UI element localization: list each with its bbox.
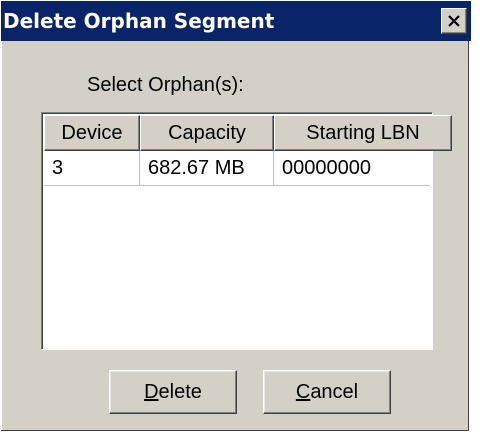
- title-bar[interactable]: Delete Orphan Segment: [1, 1, 471, 41]
- delete-mnemonic: D: [144, 381, 159, 403]
- cancel-button[interactable]: Cancel: [263, 370, 391, 414]
- column-header-capacity[interactable]: Capacity: [140, 115, 274, 151]
- delete-button[interactable]: Delete: [109, 370, 237, 414]
- cancel-label-rest: ancel: [310, 381, 359, 403]
- cell-device: 3: [44, 151, 140, 185]
- row-divider: [44, 185, 430, 186]
- delete-orphan-dialog: Delete Orphan Segment Select Orphan(s): …: [0, 0, 471, 432]
- orphan-table[interactable]: Device Capacity Starting LBN 3 682.67 MB…: [41, 112, 452, 350]
- cell-capacity: 682.67 MB: [140, 151, 274, 185]
- dialog-title: Delete Orphan Segment: [3, 9, 275, 33]
- select-orphans-label: Select Orphan(s):: [87, 74, 244, 96]
- close-icon: [448, 15, 460, 27]
- column-header-starting-lbn[interactable]: Starting LBN: [274, 115, 452, 151]
- cell-starting-lbn: 00000000: [282, 157, 371, 179]
- cancel-mnemonic: C: [295, 381, 311, 403]
- close-button[interactable]: [441, 8, 467, 34]
- delete-label-rest: elete: [158, 381, 202, 403]
- column-header-device[interactable]: Device: [44, 115, 140, 151]
